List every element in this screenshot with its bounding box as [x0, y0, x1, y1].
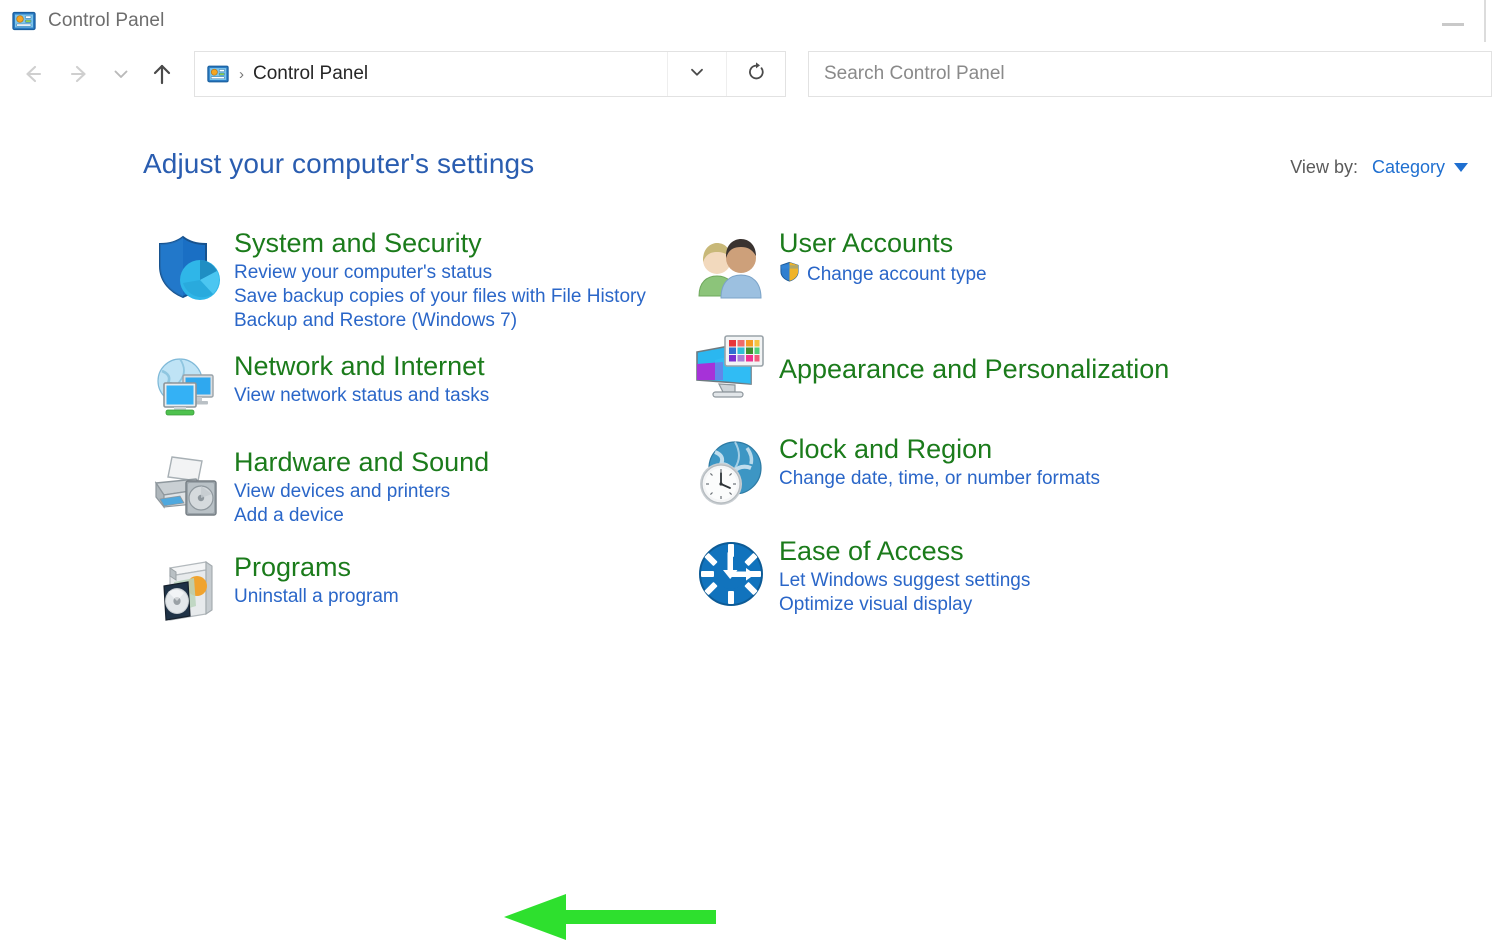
clock-and-region-icon	[695, 434, 779, 510]
content-header: Adjust your computer's settings View by:…	[0, 106, 1492, 180]
category-title[interactable]: Network and Internet	[234, 351, 690, 381]
ease-of-access-icon	[695, 536, 779, 617]
breadcrumb-path[interactable]: Control Panel	[253, 63, 368, 85]
category-title[interactable]: User Accounts	[779, 228, 1380, 258]
category-link[interactable]: View network status and tasks	[234, 384, 690, 408]
category-title[interactable]: Appearance and Personalization	[779, 354, 1380, 384]
system-and-security-icon	[150, 228, 234, 333]
content-area: Adjust your computer's settings View by:…	[0, 106, 1492, 940]
user-accounts-icon	[695, 228, 779, 304]
category-title[interactable]: Ease of Access	[779, 536, 1380, 566]
category-body: User Accounts Change account type	[779, 228, 1380, 304]
category-column-right: User Accounts Change account type Appear…	[690, 228, 1380, 645]
category-link[interactable]: Save backup copies of your files with Fi…	[234, 285, 690, 309]
category-title[interactable]: System and Security	[234, 228, 690, 258]
up-button[interactable]	[138, 50, 186, 98]
address-dropdown-button[interactable]	[667, 52, 726, 96]
category-programs: Programs Uninstall a program	[150, 552, 690, 628]
category-link[interactable]: View devices and printers	[234, 480, 690, 504]
chevron-down-icon[interactable]	[1454, 163, 1468, 172]
back-button[interactable]	[8, 50, 56, 98]
uac-shield-icon	[779, 261, 800, 289]
category-ease-of-access: Ease of Access Let Windows suggest setti…	[695, 536, 1380, 617]
arrow-left-icon	[16, 58, 48, 90]
category-body: Hardware and Sound View devices and prin…	[234, 447, 690, 528]
navigation-bar: › Control Panel	[0, 42, 1492, 106]
view-by-value[interactable]: Category	[1372, 157, 1445, 178]
window-controls	[1422, 0, 1492, 42]
category-title[interactable]: Hardware and Sound	[234, 447, 690, 477]
programs-icon	[150, 552, 234, 628]
category-column-left: System and Security Review your computer…	[0, 228, 690, 645]
category-link[interactable]: Review your computer's status	[234, 261, 690, 285]
recent-locations-button[interactable]	[104, 50, 138, 98]
category-columns: System and Security Review your computer…	[0, 180, 1492, 645]
address-bar[interactable]: › Control Panel	[194, 51, 786, 97]
category-link[interactable]: Uninstall a program	[234, 585, 690, 609]
maximize-button[interactable]	[1484, 0, 1492, 42]
category-body: Programs Uninstall a program	[234, 552, 690, 628]
search-box[interactable]	[808, 51, 1492, 97]
category-body: Appearance and Personalization	[779, 330, 1380, 406]
breadcrumb-separator: ›	[239, 65, 244, 83]
category-link[interactable]: Let Windows suggest settings	[779, 569, 1249, 593]
chevron-down-icon	[687, 62, 707, 87]
category-body: Clock and Region Change date, time, or n…	[779, 434, 1380, 510]
category-system-and-security: System and Security Review your computer…	[150, 228, 690, 333]
refresh-button[interactable]	[726, 52, 785, 96]
chevron-down-icon	[110, 63, 132, 85]
arrow-up-icon	[146, 58, 178, 90]
category-appearance-and-personalization: Appearance and Personalization	[695, 330, 1380, 406]
network-and-internet-icon	[150, 351, 234, 427]
appearance-and-personalization-icon	[695, 330, 779, 406]
hardware-and-sound-icon	[150, 447, 234, 528]
category-user-accounts: User Accounts Change account type	[695, 228, 1380, 304]
refresh-icon	[745, 61, 767, 88]
category-clock-and-region: Clock and Region Change date, time, or n…	[695, 434, 1380, 510]
category-network-and-internet: Network and Internet View network status…	[150, 351, 690, 427]
annotation-arrow-left-icon	[504, 892, 716, 942]
minimize-icon	[1442, 22, 1464, 26]
category-link[interactable]: Add a device	[234, 504, 690, 528]
view-by-control[interactable]: View by: Category	[1290, 157, 1468, 178]
category-link[interactable]: Change date, time, or number formats	[779, 467, 1249, 491]
category-body: System and Security Review your computer…	[234, 228, 690, 333]
breadcrumb[interactable]: › Control Panel	[195, 52, 667, 96]
category-title[interactable]: Clock and Region	[779, 434, 1380, 464]
window-titlebar: Control Panel	[0, 0, 1492, 42]
window-title: Control Panel	[48, 10, 165, 31]
minimize-button[interactable]	[1422, 0, 1484, 42]
forward-button[interactable]	[56, 50, 104, 98]
category-body: Ease of Access Let Windows suggest setti…	[779, 536, 1380, 617]
category-body: Network and Internet View network status…	[234, 351, 690, 427]
view-by-label: View by:	[1290, 157, 1358, 177]
search-input[interactable]	[809, 62, 1491, 86]
category-link[interactable]: Optimize visual display	[779, 593, 1249, 617]
category-link[interactable]: Backup and Restore (Windows 7)	[234, 309, 690, 333]
category-link-text: Change account type	[807, 264, 987, 286]
control-panel-icon	[207, 63, 229, 85]
arrow-right-icon	[64, 58, 96, 90]
control-panel-icon	[12, 9, 36, 33]
category-title[interactable]: Programs	[234, 552, 690, 582]
page-title: Adjust your computer's settings	[143, 148, 535, 179]
category-link[interactable]: Change account type	[779, 261, 1249, 289]
category-hardware-and-sound: Hardware and Sound View devices and prin…	[150, 447, 690, 528]
